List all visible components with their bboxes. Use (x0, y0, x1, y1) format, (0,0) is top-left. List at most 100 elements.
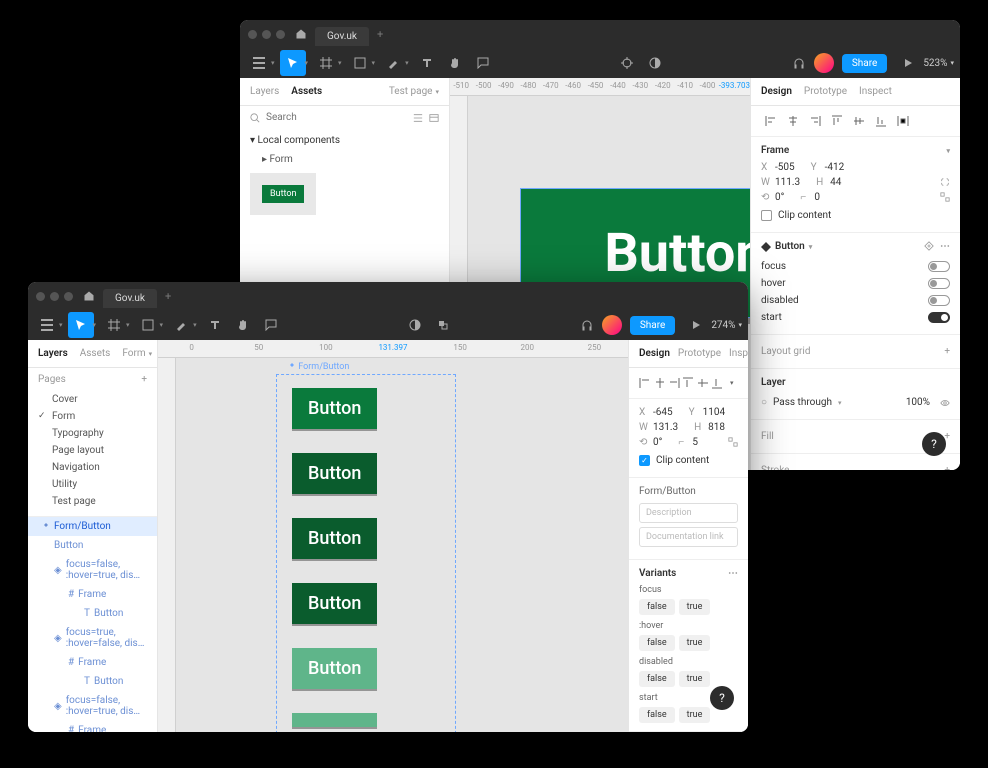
move-tool[interactable] (280, 50, 306, 76)
mask-icon[interactable] (430, 312, 456, 338)
tab-assets[interactable]: Assets (80, 348, 111, 359)
more-icon[interactable]: ⋯ (728, 568, 738, 579)
align-top-icon[interactable] (682, 374, 694, 392)
layer-button[interactable]: T Button (28, 672, 157, 691)
h-value[interactable]: 818 (708, 422, 725, 433)
text-tool[interactable] (414, 50, 440, 76)
avatar[interactable] (814, 53, 834, 73)
shape-tool[interactable] (347, 50, 373, 76)
hover-toggle[interactable] (928, 278, 950, 289)
button-variant[interactable]: Button (292, 583, 377, 624)
page-form[interactable]: Form (38, 408, 147, 425)
text-tool[interactable] (202, 312, 228, 338)
align-right-icon[interactable] (668, 374, 680, 392)
zoom-level[interactable]: 523%▾ (923, 58, 954, 69)
radius-value[interactable]: 0 (814, 192, 820, 203)
layer-variant[interactable]: ◈ focus=true, :hover=false, dis… (28, 623, 157, 653)
variant-chip[interactable]: true (679, 671, 711, 687)
add-icon[interactable]: + (944, 346, 950, 357)
tab-prototype[interactable]: Prototype (804, 86, 847, 97)
tab-assets[interactable]: Assets (291, 86, 322, 97)
clip-checkbox[interactable]: ✓ (639, 455, 650, 466)
menu-icon[interactable] (246, 50, 272, 76)
tree-form[interactable]: ▸ Form (240, 152, 449, 167)
traffic-lights[interactable] (248, 30, 285, 39)
target-icon[interactable] (614, 50, 640, 76)
page-selector[interactable]: Test page▾ (389, 86, 439, 97)
comment-tool[interactable] (470, 50, 496, 76)
page-navigation[interactable]: Navigation (38, 459, 147, 476)
play-icon[interactable] (895, 50, 921, 76)
comment-tool[interactable] (258, 312, 284, 338)
help-button[interactable]: ? (922, 432, 946, 456)
file-tab[interactable]: Gov.uk (315, 27, 369, 46)
radius-value[interactable]: 5 (692, 437, 698, 448)
zoom-level[interactable]: 274%▾ (711, 320, 742, 331)
layer-variant[interactable]: Button (28, 536, 157, 555)
file-tab[interactable]: Gov.uk (103, 289, 157, 308)
move-tool[interactable] (68, 312, 94, 338)
distribute-icon[interactable] (893, 112, 913, 130)
layer-button[interactable]: T Button (28, 604, 157, 623)
clip-checkbox[interactable] (761, 210, 772, 221)
add-tab-icon[interactable]: + (165, 290, 171, 303)
component-thumbnail[interactable]: Button (250, 173, 316, 215)
align-hcenter-icon[interactable] (783, 112, 803, 130)
hand-tool[interactable] (230, 312, 256, 338)
variant-chip[interactable]: false (639, 671, 675, 687)
x-value[interactable]: -645 (653, 407, 673, 418)
tab-design[interactable]: Design (761, 86, 792, 97)
asset-search[interactable] (240, 106, 449, 129)
variant-chip[interactable]: true (679, 707, 711, 723)
constrain-icon[interactable] (940, 177, 950, 187)
rotation-value[interactable]: 0° (775, 192, 784, 203)
eye-icon[interactable] (940, 398, 950, 408)
tab-prototype[interactable]: Prototype (678, 348, 721, 359)
pen-tool[interactable] (380, 50, 406, 76)
local-components-header[interactable]: ▾ Local components (240, 129, 449, 152)
frame-tool[interactable] (101, 312, 127, 338)
align-right-icon[interactable] (805, 112, 825, 130)
frame-tool[interactable] (313, 50, 339, 76)
menu-icon[interactable] (34, 312, 60, 338)
pen-tool[interactable] (168, 312, 194, 338)
canvas[interactable]: 050100131.397150200250 Form/Button Butto… (158, 340, 628, 732)
page-layout[interactable]: Page layout (38, 442, 147, 459)
variant-chip[interactable]: true (679, 635, 711, 651)
layer-root[interactable]: Form/Button (28, 517, 157, 536)
page-typography[interactable]: Typography (38, 425, 147, 442)
align-bottom-icon[interactable] (711, 374, 723, 392)
tab-design[interactable]: Design (639, 348, 670, 359)
align-vcenter-icon[interactable] (849, 112, 869, 130)
doc-link-input[interactable]: Documentation link (639, 527, 738, 547)
avatar[interactable] (602, 315, 622, 335)
distribute-icon[interactable]: ▾ (726, 374, 738, 392)
help-button[interactable]: ? (710, 686, 734, 710)
home-icon[interactable] (295, 28, 307, 40)
y-value[interactable]: 1104 (703, 407, 725, 418)
disabled-toggle[interactable] (928, 295, 950, 306)
headphones-icon[interactable] (574, 312, 600, 338)
tab-layers[interactable]: Layers (250, 86, 279, 97)
contrast-icon[interactable] (642, 50, 668, 76)
home-icon[interactable] (83, 290, 95, 302)
variant-chip[interactable]: true (679, 599, 711, 615)
align-hcenter-icon[interactable] (653, 374, 665, 392)
w-value[interactable]: 131.3 (653, 422, 678, 433)
page-selector[interactable]: Form▾ (122, 348, 152, 359)
list-view-icon[interactable] (413, 113, 423, 123)
variant-chip[interactable]: false (639, 707, 675, 723)
more-icon[interactable]: ⋯ (940, 241, 950, 252)
library-icon[interactable] (429, 113, 439, 123)
layer-variant[interactable]: ◈ focus=false, :hover=true, dis… (28, 555, 157, 585)
button-variant[interactable]: Button (292, 388, 377, 429)
add-icon[interactable]: + (944, 465, 950, 470)
button-variant[interactable]: Button (292, 648, 377, 689)
headphones-icon[interactable] (786, 50, 812, 76)
button-variant[interactable]: Button (292, 453, 377, 494)
button-variant-partial[interactable] (292, 713, 377, 727)
page-utility[interactable]: Utility (38, 476, 147, 493)
align-vcenter-icon[interactable] (697, 374, 709, 392)
layer-frame[interactable]: # Frame (28, 653, 157, 672)
align-bottom-icon[interactable] (871, 112, 891, 130)
